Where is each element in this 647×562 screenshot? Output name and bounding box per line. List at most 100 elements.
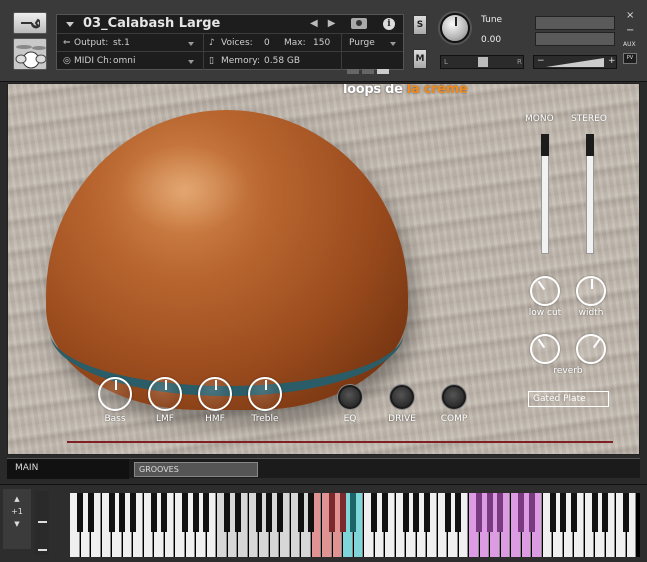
black-key[interactable] xyxy=(266,493,272,532)
pan-right-label: R xyxy=(517,58,522,66)
eq-button[interactable] xyxy=(338,385,362,409)
black-key[interactable] xyxy=(339,493,346,532)
lmf-knob[interactable] xyxy=(148,377,182,411)
volume-slider[interactable]: − + xyxy=(533,55,617,69)
black-key[interactable] xyxy=(77,493,83,532)
piano-keyboard[interactable] xyxy=(70,493,640,557)
pan-handle[interactable] xyxy=(478,57,488,67)
reverb-mix-knob[interactable] xyxy=(576,334,606,364)
black-key[interactable] xyxy=(87,493,94,532)
black-key[interactable] xyxy=(150,493,157,532)
black-key[interactable] xyxy=(129,493,136,532)
black-key[interactable] xyxy=(497,493,503,532)
black-key[interactable] xyxy=(591,493,598,532)
black-key[interactable] xyxy=(234,493,241,532)
mono-slider-handle[interactable] xyxy=(541,134,549,156)
drive-button[interactable] xyxy=(390,385,414,409)
low-cut-knob[interactable] xyxy=(530,276,560,306)
black-key[interactable] xyxy=(297,493,304,532)
black-key[interactable] xyxy=(486,493,493,532)
wrench-button[interactable] xyxy=(13,12,47,34)
black-key[interactable] xyxy=(560,493,566,532)
bass-knob[interactable] xyxy=(98,377,132,411)
minimize-icon[interactable]: − xyxy=(626,25,634,36)
level-meter-left xyxy=(535,16,615,30)
black-key[interactable] xyxy=(192,493,199,532)
black-key[interactable] xyxy=(255,493,262,532)
black-key[interactable] xyxy=(119,493,125,532)
pan-slider[interactable]: L R xyxy=(440,55,524,69)
max-label: Max: xyxy=(284,38,306,48)
black-key[interactable] xyxy=(570,493,577,532)
pitch-wheel-marker xyxy=(38,521,47,523)
info-icon[interactable]: i xyxy=(383,18,395,30)
output-select[interactable]: st.1 xyxy=(113,38,130,48)
keyboard-area: ▲ +1 ▼ xyxy=(0,484,647,562)
output-label: Output: xyxy=(74,38,109,48)
reverb-type-select[interactable]: Gated Plate xyxy=(528,391,609,407)
black-key[interactable] xyxy=(329,493,335,532)
black-key[interactable] xyxy=(455,493,461,532)
black-key[interactable] xyxy=(423,493,430,532)
accent-divider xyxy=(67,441,613,443)
black-key[interactable] xyxy=(161,493,167,532)
volume-plus[interactable]: + xyxy=(608,56,616,66)
instrument-name[interactable]: 03_Calabash Large xyxy=(83,16,220,31)
purge-menu[interactable]: Purge xyxy=(349,38,375,48)
octave-up-icon[interactable]: ▲ xyxy=(3,489,31,503)
black-key[interactable] xyxy=(518,493,524,532)
black-key[interactable] xyxy=(549,493,556,532)
black-key[interactable] xyxy=(371,493,377,532)
pitch-wheel[interactable] xyxy=(35,491,49,555)
instrument-menu-arrow-icon[interactable] xyxy=(66,22,74,27)
black-key[interactable] xyxy=(203,493,209,532)
chevron-down-icon[interactable] xyxy=(188,42,194,46)
black-key[interactable] xyxy=(444,493,451,532)
hmf-knob[interactable] xyxy=(198,377,232,411)
chevron-down-icon[interactable] xyxy=(188,60,194,64)
black-key[interactable] xyxy=(413,493,419,532)
chevron-down-icon[interactable] xyxy=(390,42,396,46)
midi-icon: ◎ xyxy=(63,56,71,66)
black-key[interactable] xyxy=(350,493,356,532)
width-knob[interactable] xyxy=(576,276,606,306)
black-key[interactable] xyxy=(308,493,314,532)
black-key[interactable] xyxy=(528,493,535,532)
black-key[interactable] xyxy=(182,493,188,532)
black-key[interactable] xyxy=(476,493,482,532)
stereo-slider-handle[interactable] xyxy=(586,134,594,156)
volume-minus[interactable]: − xyxy=(537,56,545,66)
memory-value: 0.58 GB xyxy=(264,56,301,66)
black-key[interactable] xyxy=(108,493,115,532)
pv-button[interactable]: PV xyxy=(623,53,637,64)
black-key[interactable] xyxy=(381,493,388,532)
max-voices-value[interactable]: 150 xyxy=(313,38,330,48)
black-key[interactable] xyxy=(276,493,283,532)
treble-knob[interactable] xyxy=(248,377,282,411)
black-key[interactable] xyxy=(224,493,230,532)
mod-wheel-marker xyxy=(38,549,47,551)
aux-button[interactable]: AUX xyxy=(623,41,636,48)
octave-down-icon[interactable]: ▼ xyxy=(3,516,31,528)
brand-logo: loops de la crème xyxy=(343,83,468,97)
black-key[interactable] xyxy=(602,493,608,532)
black-key[interactable] xyxy=(402,493,409,532)
comp-button[interactable] xyxy=(442,385,466,409)
low-cut-label: low cut xyxy=(528,308,562,318)
instrument-icon-drums[interactable] xyxy=(13,38,47,70)
black-key[interactable] xyxy=(623,493,629,532)
camera-icon[interactable] xyxy=(351,18,367,29)
midi-channel-select[interactable]: omni xyxy=(113,56,135,66)
octave-control[interactable]: ▲ +1 ▼ xyxy=(3,489,31,549)
voices-label: Voices: xyxy=(221,38,253,48)
tune-knob[interactable] xyxy=(440,13,470,43)
solo-button[interactable]: S xyxy=(413,15,427,35)
memory-icon: ▯ xyxy=(209,56,214,66)
instrument-nav-arrows-icon[interactable]: ◀▶ xyxy=(310,18,345,29)
tune-value[interactable]: 0.00 xyxy=(481,35,501,45)
reverb-knob[interactable] xyxy=(530,334,560,364)
tab-grooves[interactable]: GROOVES xyxy=(134,462,258,477)
tab-main[interactable]: MAIN xyxy=(7,459,129,479)
close-icon[interactable]: × xyxy=(626,10,634,21)
mute-button[interactable]: M xyxy=(413,49,427,69)
